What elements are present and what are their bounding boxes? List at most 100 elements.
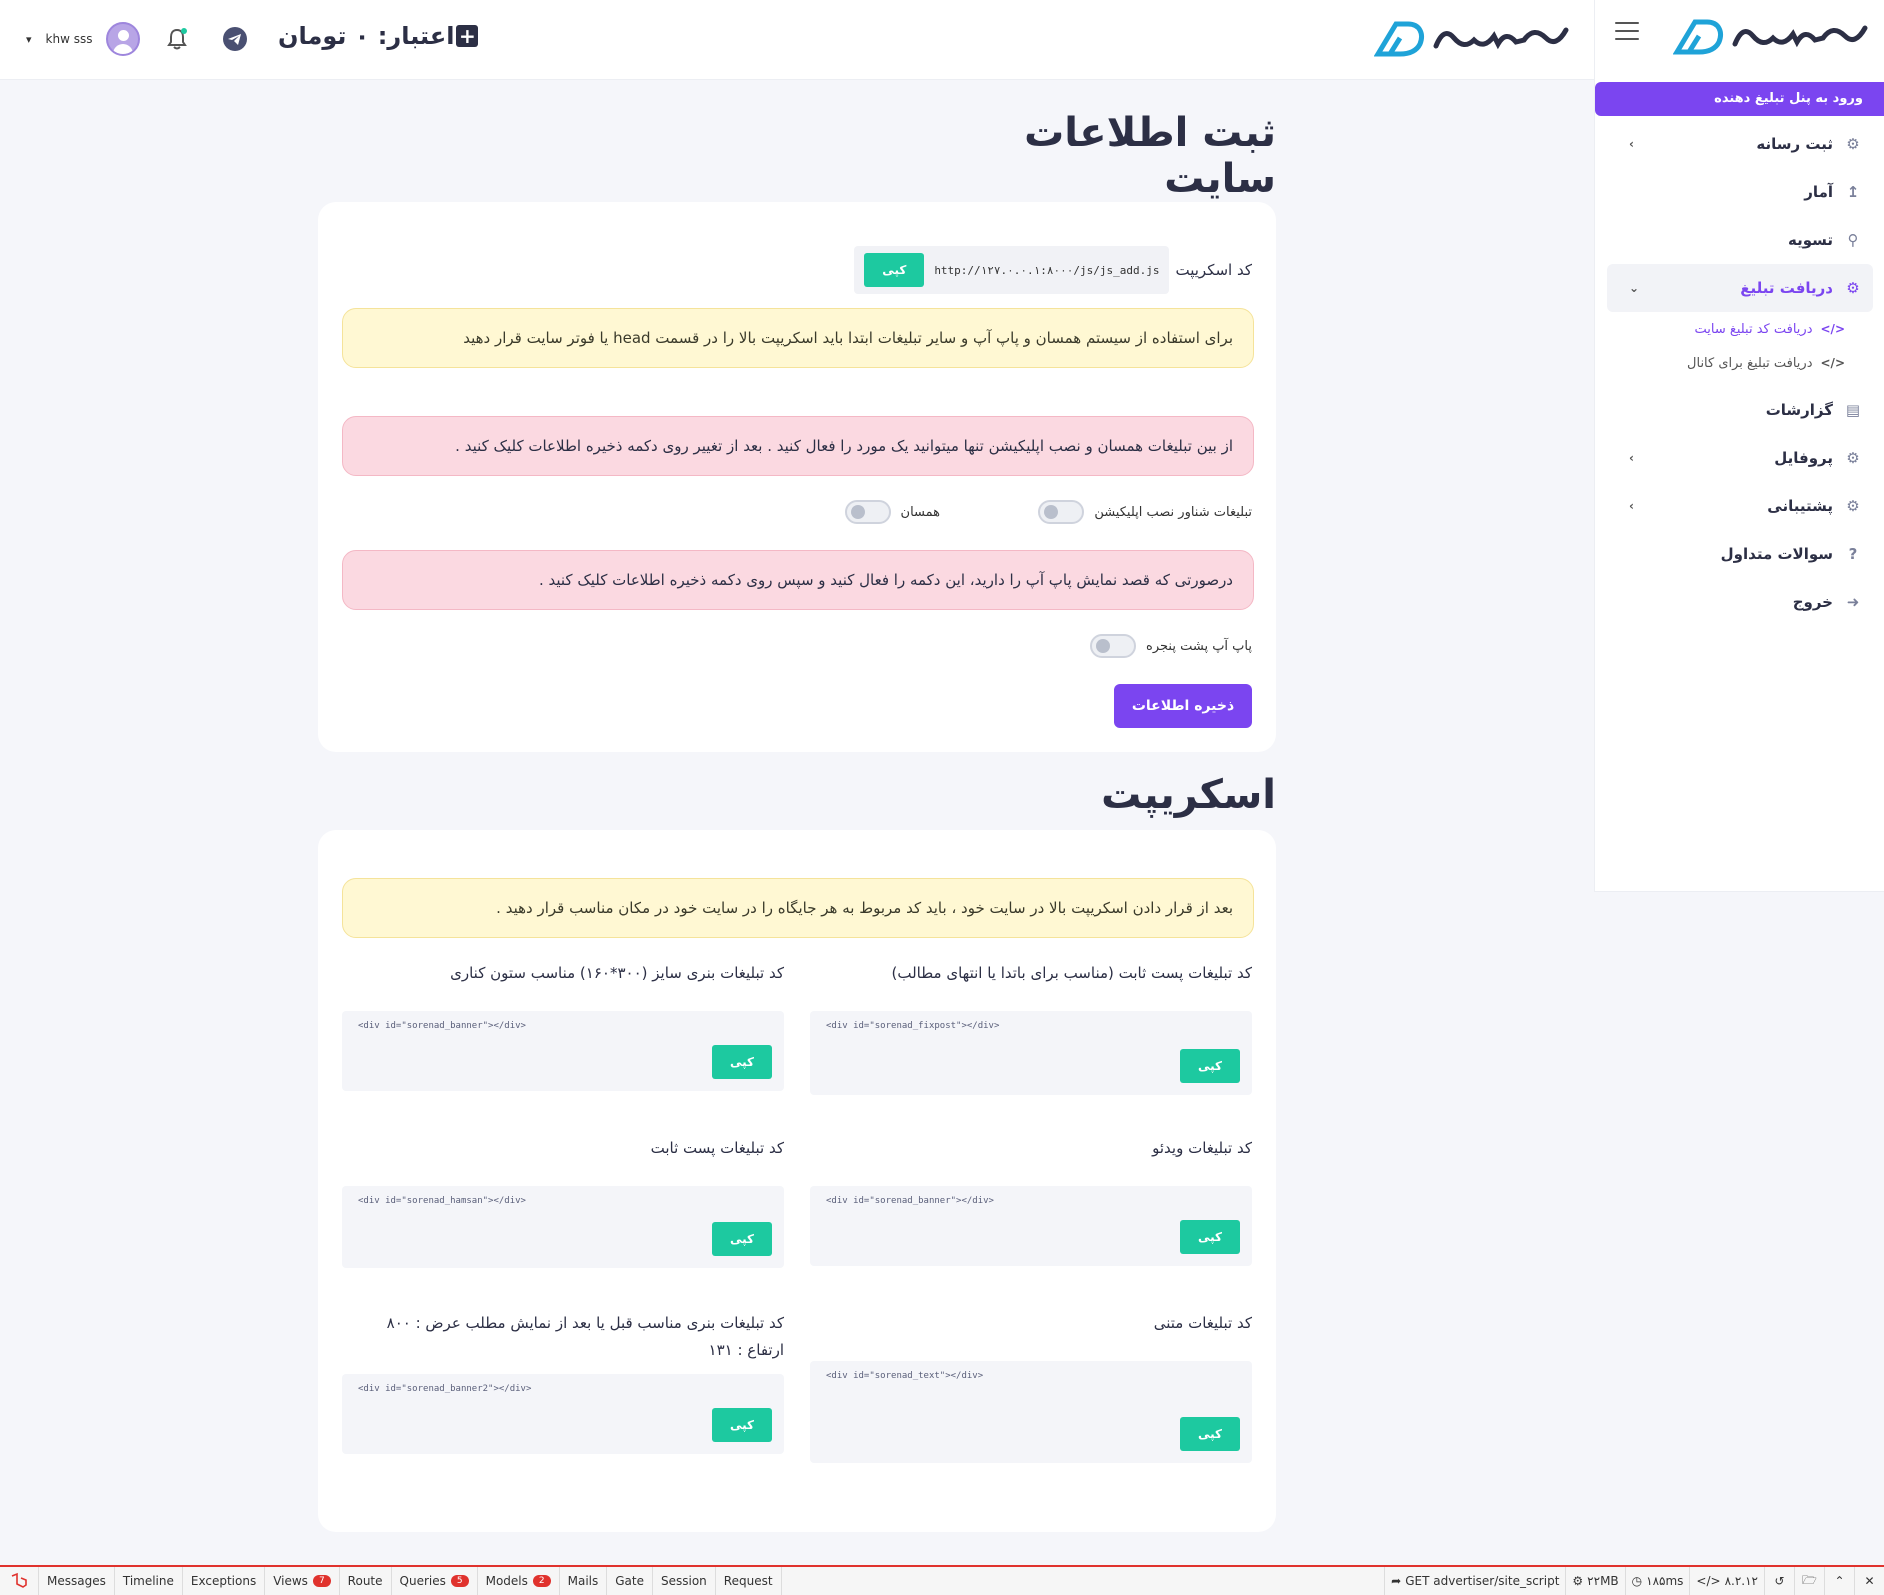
copy-button[interactable]: کپی <box>712 1045 772 1079</box>
sidebar-item-get-ads[interactable]: ⚙ دریافت تبلیغ ⌄ <box>1607 264 1873 312</box>
sidebar-item-logout[interactable]: ➜ خروج <box>1595 578 1884 626</box>
slot-code[interactable]: <div id="sorenad_text"></div> <box>826 1371 983 1381</box>
sidebar-item-profile[interactable]: ⚙ پروفایل › <box>1595 434 1884 482</box>
copy-button[interactable]: کپی <box>712 1222 772 1256</box>
debug-memory: ⚙ ۲۲MB <box>1565 1567 1624 1595</box>
alert-text: بعد از قرار دادن اسکریپت بالا در سایت خو… <box>496 899 1233 917</box>
debug-tab-label: Messages <box>47 1574 106 1588</box>
folder-icon[interactable]: 🗁 <box>1794 1567 1824 1595</box>
page-title: ثبت اطلاعات سایت <box>1024 110 1276 202</box>
close-icon[interactable]: ✕ <box>1854 1567 1884 1595</box>
add-credit-icon[interactable]: + <box>456 25 479 47</box>
save-button[interactable]: ذخیره اطلاعات <box>1114 684 1252 728</box>
code-icon: </> <box>1820 322 1846 336</box>
script-code-label: کد اسکریپت <box>1175 261 1252 279</box>
script-code-row: کد اسکریپت کپی http://۱۲۷.۰.۰.۱:۸۰۰۰/js/… <box>854 246 1252 294</box>
sidebar-item-label: پشتیبانی <box>1767 497 1833 515</box>
avatar[interactable] <box>106 22 141 56</box>
chevron-down-icon[interactable]: ▾ <box>26 33 32 46</box>
popup-toggle-row: پاپ آپ پشت پنجره <box>1090 634 1252 658</box>
slot-code[interactable]: <div id="sorenad_hamsan"></div> <box>358 1196 526 1206</box>
debug-tab-route[interactable]: Route <box>340 1567 392 1595</box>
debug-tab-label: Views <box>273 1574 308 1588</box>
choose-one-alert: از بین تبلیغات همسان و نصب اپلیکیشن تنها… <box>342 416 1254 476</box>
memory-text: ۲۲MB <box>1587 1574 1619 1588</box>
sidebar-item-register-media[interactable]: ⚙ ثبت رسانه › <box>1595 120 1884 168</box>
debug-version: </> ۸.۲.۱۲ <box>1689 1567 1764 1595</box>
telegram-icon[interactable] <box>222 26 248 52</box>
debug-tab-label: Session <box>661 1574 707 1588</box>
sidebar-item-label: ثبت رسانه <box>1756 135 1833 153</box>
count-badge: 7 <box>312 1575 331 1587</box>
debug-tab-queries[interactable]: Queries 5 <box>392 1567 478 1595</box>
slot-title: کد تبلیغات بنری سایز (۳۰۰*۱۶۰) مناسب ستو… <box>450 964 784 982</box>
debug-route: ➦ GET advertiser/site_script <box>1384 1567 1565 1595</box>
sidebar-logo <box>1673 19 1868 55</box>
sidebar-item-faq[interactable]: ? سوالات متداول <box>1595 530 1884 578</box>
debug-tab-mails[interactable]: Mails <box>560 1567 608 1595</box>
slot-title: کد تبلیغات ویدئو <box>1152 1139 1252 1157</box>
sidebar-item-settlement[interactable]: ⚲ تسویه <box>1595 216 1884 264</box>
slot-video: کد تبلیغات ویدئو <div id="sorenad_banner… <box>810 1135 1252 1266</box>
bell-icon[interactable] <box>164 26 190 52</box>
copy-button[interactable]: کپی <box>1180 1049 1240 1083</box>
chevron-left-icon: › <box>1629 451 1634 465</box>
debug-tab-models[interactable]: Models 2 <box>478 1567 560 1595</box>
hamsan-toggle[interactable] <box>844 500 891 524</box>
user-menu[interactable]: ▾ khw sss <box>26 22 141 56</box>
debug-tab-exceptions[interactable]: Exceptions <box>183 1567 266 1595</box>
question-icon: ? <box>1848 545 1858 563</box>
credit-display: + اعتبار: ۰ تومان <box>278 22 479 50</box>
copy-button[interactable]: کپی <box>712 1408 772 1442</box>
slot-code[interactable]: <div id="sorenad_fixpost"></div> <box>826 1021 999 1031</box>
slot-title: کد تبلیغات متنی <box>1153 1314 1252 1332</box>
slot-code[interactable]: <div id="sorenad_banner2"></div> <box>358 1384 531 1394</box>
gear-icon: ⚙ <box>1846 135 1860 153</box>
user-name[interactable]: khw sss <box>46 32 93 46</box>
chevron-up-icon[interactable]: ⌃ <box>1824 1567 1854 1595</box>
sidebar-item-label: پروفایل <box>1774 449 1833 467</box>
popup-toggle[interactable] <box>1090 634 1137 658</box>
sidebar-subitem-site-code[interactable]: </> دریافت کد تبلیغ سایت <box>1595 312 1884 346</box>
sidebar-menu: ⚙ ثبت رسانه › ↥ آمار ⚲ تسویه ⚙ دریافت تب… <box>1595 120 1884 626</box>
slot-title: کد تبلیغات پست ثابت (مناسب برای باتدا یا… <box>891 964 1252 982</box>
chevron-left-icon: › <box>1629 499 1634 513</box>
debug-tab-label: Timeline <box>122 1574 174 1588</box>
copy-button[interactable]: کپی <box>1180 1220 1240 1254</box>
laravel-logo-icon[interactable] <box>0 1567 39 1595</box>
top-header: ▾ khw sss + اعتبار: ۰ تومان <box>0 0 1594 80</box>
advertiser-panel-button[interactable]: ورود به پنل تبلیغ دهنده <box>1595 82 1884 116</box>
slot-code[interactable]: <div id="sorenad_banner"></div> <box>826 1196 994 1206</box>
debug-tab-views[interactable]: Views 7 <box>265 1567 340 1595</box>
head-install-alert: برای استفاده از سیستم همسان و پاپ آپ و س… <box>342 308 1254 368</box>
debug-tab-request[interactable]: Request <box>716 1567 782 1595</box>
toggle-label: پاپ آپ پشت پنجره <box>1146 638 1252 654</box>
copy-script-button[interactable]: کپی <box>864 253 925 287</box>
credit-label: اعتبار: ۰ تومان <box>278 22 455 50</box>
sidebar-item-label: گزارشات <box>1765 401 1833 419</box>
debug-tab-session[interactable]: Session <box>653 1567 716 1595</box>
count-badge: 2 <box>532 1575 551 1587</box>
chevron-left-icon: › <box>1629 137 1634 151</box>
debug-tab-messages[interactable]: Messages <box>39 1567 115 1595</box>
gear-icon: ⚙ <box>1846 449 1860 467</box>
sidebar-item-label: دریافت تبلیغ <box>1740 279 1833 297</box>
debug-tab-timeline[interactable]: Timeline <box>115 1567 183 1595</box>
sidebar-item-reports[interactable]: ▤ گزارشات <box>1595 386 1884 434</box>
script-url[interactable]: http://۱۲۷.۰.۰.۱:۸۰۰۰/js/js_add.js <box>934 264 1159 277</box>
sidebar-subitem-channel-ads[interactable]: </> دریافت تبلیغ برای کانال <box>1595 346 1884 380</box>
sidebar-item-support[interactable]: ⚙ پشتیبانی › <box>1595 482 1884 530</box>
app-install-toggle[interactable] <box>1038 500 1085 524</box>
script-section-title: اسکریپت <box>1101 772 1276 818</box>
clock-icon: ◷ <box>1631 1574 1643 1588</box>
debug-tab-gate[interactable]: Gate <box>607 1567 653 1595</box>
hamburger-menu-icon[interactable] <box>1615 22 1639 42</box>
time-text: ۱۸۵ms <box>1646 1574 1684 1588</box>
history-icon[interactable]: ↺ <box>1764 1567 1794 1595</box>
copy-button[interactable]: کپی <box>1180 1417 1240 1451</box>
cogs-icon: ⚙ <box>1572 1574 1584 1588</box>
slot-sidebar-banner: کد تبلیغات بنری سایز (۳۰۰*۱۶۰) مناسب ستو… <box>342 960 784 1091</box>
share-icon: ➦ <box>1391 1574 1402 1588</box>
slot-code[interactable]: <div id="sorenad_banner"></div> <box>358 1021 526 1031</box>
sidebar-item-stats[interactable]: ↥ آمار <box>1595 168 1884 216</box>
